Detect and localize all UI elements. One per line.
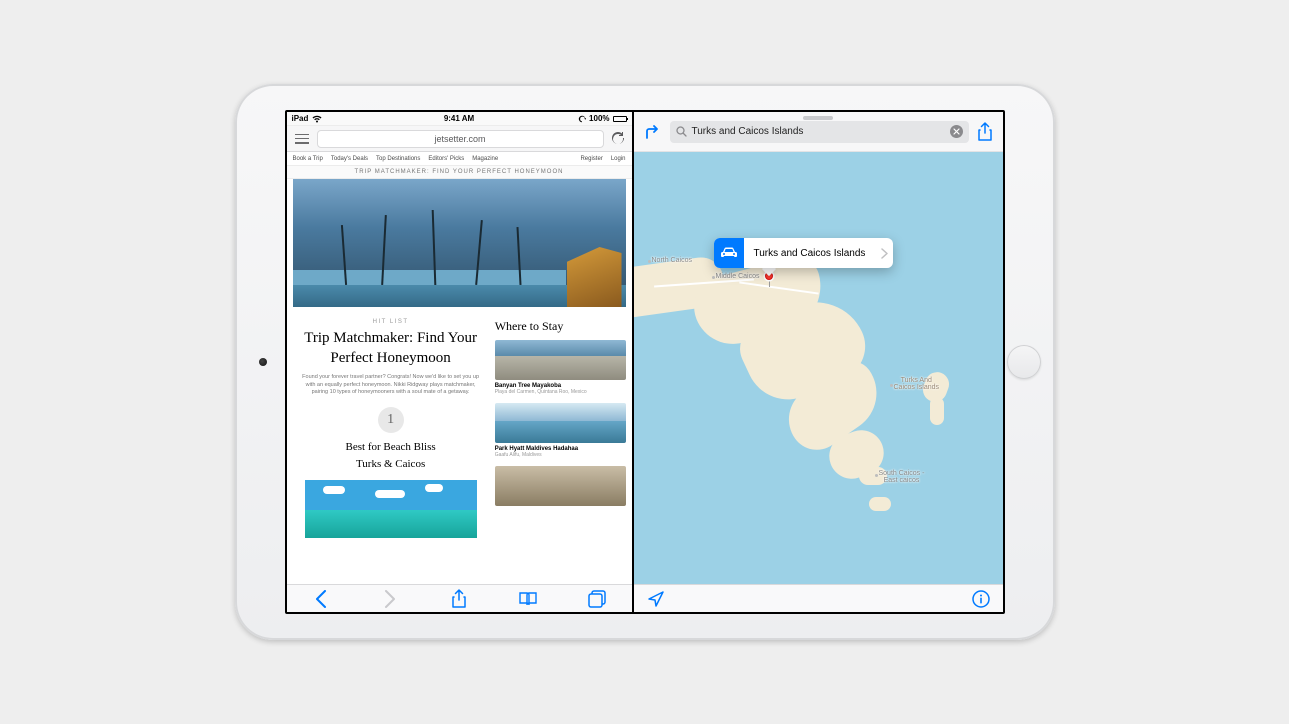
hotel-image [495,403,626,443]
share-button[interactable] [449,589,469,609]
promo-banner[interactable]: TRIP MATCHMAKER: FIND YOUR PERFECT HONEY… [287,166,632,179]
article-main: HIT LIST Trip Matchmaker: Find Your Perf… [293,319,489,538]
page-content[interactable]: HIT LIST Trip Matchmaker: Find Your Perf… [287,179,632,584]
ipad-device-frame: iPad 9:41 AM 100% jetsetter.com [235,84,1055,640]
safari-pane: iPad 9:41 AM 100% jetsetter.com [287,112,632,612]
orientation-lock-icon [578,115,586,123]
slide-over-grabber[interactable] [803,116,833,120]
safari-address-bar: jetsetter.com [287,126,632,152]
maps-share-button[interactable] [977,122,993,142]
carrier-label: iPad [292,114,309,123]
tabs-button[interactable] [587,589,607,609]
map-label-north-caicos: North Caicos [652,257,692,264]
car-icon [714,238,744,268]
map-info-button[interactable] [971,589,991,609]
hotel-card[interactable]: Park Hyatt Maldives Hadahaa Gaafu Alifu,… [495,403,626,458]
place-callout[interactable]: Turks and Caicos Islands [714,238,894,268]
back-button[interactable] [311,589,331,609]
screen: iPad 9:41 AM 100% jetsetter.com [285,110,1005,614]
clock: 9:41 AM [444,114,474,123]
list-number-badge: 1 [378,407,404,433]
nav-register[interactable]: Register [580,156,602,162]
nav-todays-deals[interactable]: Today's Deals [331,156,368,162]
chevron-right-icon [875,238,893,268]
status-bar: iPad 9:41 AM 100% [287,112,632,126]
battery-icon [613,116,627,122]
article-lede: Found your forever travel partner? Congr… [301,374,481,397]
maps-toolbar-bottom [634,584,1003,612]
safari-toolbar [287,584,632,612]
map-label-turks-and-caicos: Turks And Caicos Islands [894,377,940,391]
hotel-location: Playa del Carmen, Quintana Roo, Mexico [495,389,626,395]
nav-login[interactable]: Login [611,156,626,162]
hotel-card[interactable] [495,466,626,506]
front-camera [259,358,267,366]
locate-me-button[interactable] [646,589,666,609]
hotel-image [495,466,626,506]
sidebar-heading: Where to Stay [495,319,626,334]
hit-list-label: HIT LIST [293,319,489,325]
search-icon [676,126,687,137]
maps-pane: Turks and Caicos Islands [634,112,1003,612]
article-headline: Trip Matchmaker: Find Your Perfect Honey… [293,329,489,368]
hero-image [293,179,626,307]
battery-percent: 100% [589,114,609,123]
forward-button[interactable] [380,589,400,609]
nav-editors-picks[interactable]: Editors' Picks [428,156,464,162]
home-button[interactable] [1007,345,1041,379]
map-label-south-caicos: South Caicos - East caicos [879,470,925,484]
hotel-image [495,340,626,380]
directions-button[interactable] [644,123,662,141]
url-field[interactable]: jetsetter.com [317,130,604,148]
search-value: Turks and Caicos Islands [692,126,804,137]
map-label-middle-caicos: Middle Caicos [716,273,760,280]
where-to-stay-sidebar: Where to Stay Banyan Tree Mayakoba Playa… [495,319,626,538]
nav-top-destinations[interactable]: Top Destinations [376,156,420,162]
entry-title: Best for Beach Bliss Turks & Caicos [293,439,489,472]
sidebar-menu-button[interactable] [293,132,311,146]
map-pin-stem [769,279,770,287]
wifi-icon [312,115,322,123]
maps-toolbar-top: Turks and Caicos Islands [634,112,1003,152]
website-nav: Book a Trip Today's Deals Top Destinatio… [287,152,632,166]
maps-search-field[interactable]: Turks and Caicos Islands [670,121,969,143]
callout-title: Turks and Caicos Islands [744,238,876,268]
map-canvas[interactable]: North Caicos Middle Caicos Turks And Cai… [634,152,1003,584]
entry-image [305,480,477,538]
hotel-card[interactable]: Banyan Tree Mayakoba Playa del Carmen, Q… [495,340,626,395]
clear-search-button[interactable] [950,125,963,138]
nav-book-trip[interactable]: Book a Trip [293,156,323,162]
reload-button[interactable] [610,131,626,147]
hotel-location: Gaafu Alifu, Maldives [495,452,626,458]
nav-magazine[interactable]: Magazine [472,156,498,162]
bookmarks-button[interactable] [518,589,538,609]
